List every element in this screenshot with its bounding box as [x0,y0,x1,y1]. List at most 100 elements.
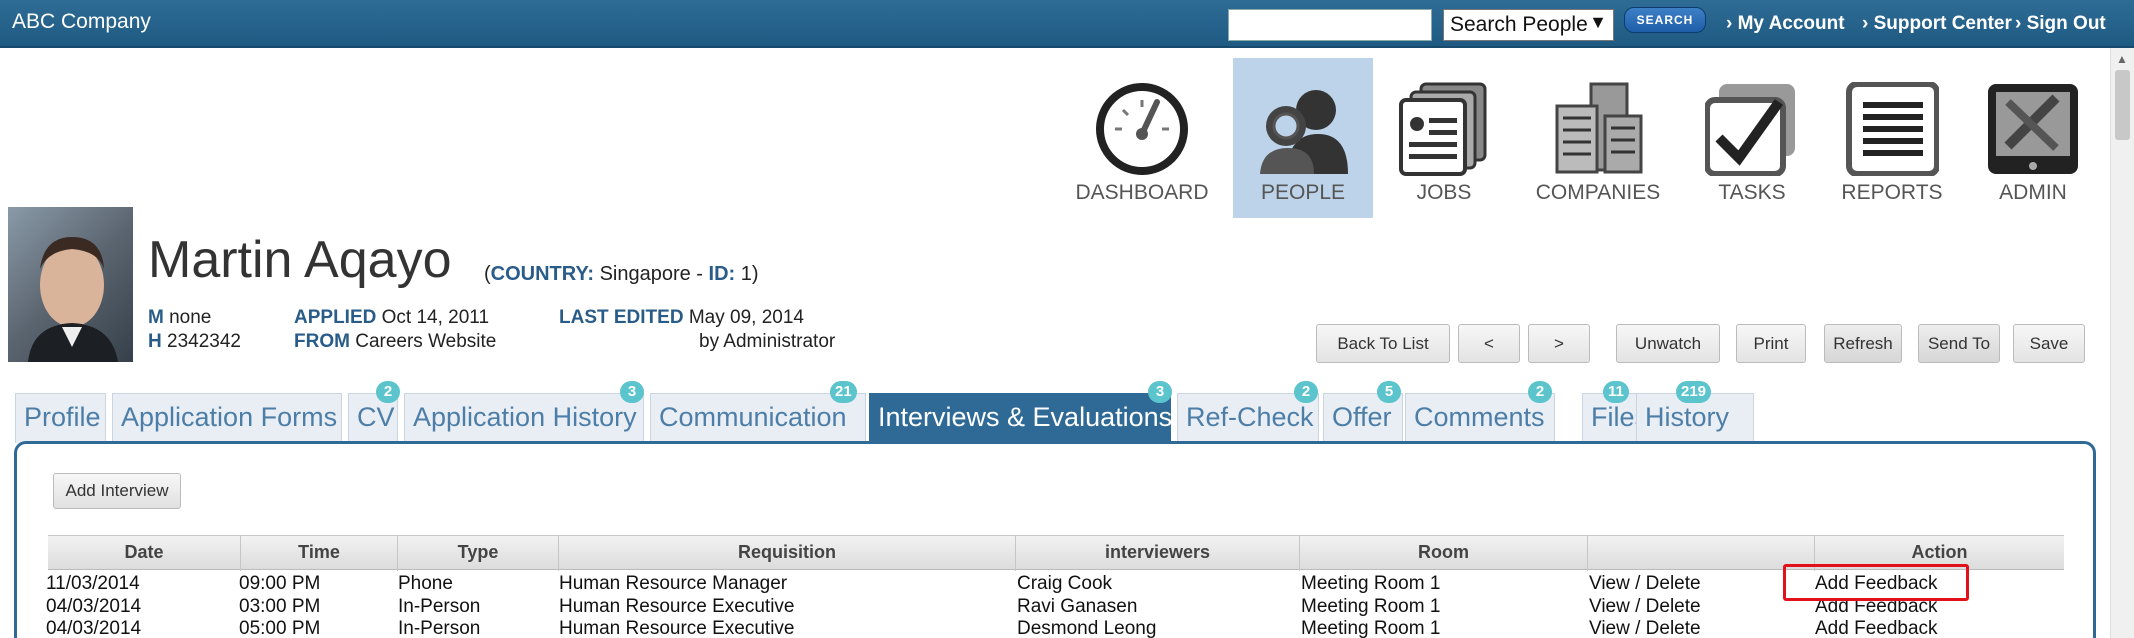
send-to-button[interactable]: Send To [1918,324,2000,363]
companies-buildings-icon [1555,82,1643,174]
col-time[interactable]: Time [241,536,398,571]
cell-requisition: Human Resource Manager [559,573,788,594]
candidate-name: Martin Aqayo [148,231,452,289]
tab-files-badge: 11 [1603,381,1629,403]
nav-label: ADMIN [1999,181,2067,204]
search-input[interactable] [1228,9,1432,41]
from-label: FROM [294,331,350,352]
applied-source: FROM Careers Website [294,331,496,353]
search-select-value: Search People [1450,13,1588,36]
table-header: Date Time Type Requisition interviewers … [48,535,2064,571]
tab-ref-check-badge: 2 [1294,381,1318,403]
nav-reports[interactable]: REPORTS [1822,58,1962,218]
cell-date: 11/03/2014 [46,573,140,594]
vertical-scrollbar[interactable]: ▲ [2110,48,2134,638]
back-to-list-button[interactable]: Back To List [1316,324,1450,363]
country-label: COUNTRY: [490,263,594,285]
next-button[interactable]: > [1528,324,1590,363]
scroll-up-icon[interactable]: ▲ [2116,52,2128,66]
search-button[interactable]: SEARCH [1624,7,1706,33]
applied-label: APPLIED [294,307,377,328]
cell-interviewer: Ravi Ganasen [1017,596,1138,617]
top-bar: ABC Company Search People ▼ SEARCH › My … [0,0,2134,48]
nav-label: JOBS [1416,181,1472,204]
edited-by: by Administrator [699,331,836,352]
add-feedback-link[interactable]: Add Feedback [1815,618,1938,638]
last-edited-value: May 09, 2014 [688,307,804,328]
search-type-select[interactable]: Search People ▼ [1443,9,1614,41]
scrollbar-thumb[interactable] [2115,70,2130,140]
support-center-link[interactable]: › Support Center [1862,13,2012,35]
add-feedback-highlight [1783,564,1969,601]
cell-type: In-Person [398,596,481,617]
nav-label: REPORTS [1841,181,1943,204]
cell-interviewer: Craig Cook [1017,573,1113,594]
view-delete-link[interactable]: View / Delete [1589,618,1701,638]
people-icon [1260,90,1348,174]
mobile-label: M [148,307,164,328]
tab-application-history[interactable]: Application History [404,393,644,443]
print-button[interactable]: Print [1736,324,1806,363]
cell-room: Meeting Room 1 [1301,573,1441,594]
tab-communication-badge: 21 [830,381,857,403]
view-delete-link[interactable]: View / Delete [1589,596,1701,618]
id-value: 1 [740,263,752,285]
view-delete-link[interactable]: View / Delete [1589,573,1701,595]
tab-application-history-badge: 3 [620,381,644,403]
tab-profile[interactable]: Profile [15,393,106,443]
nav-label: COMPANIES [1535,181,1661,204]
cell-type: Phone [398,573,453,594]
tab-comments-badge: 2 [1528,381,1552,403]
col-requisition[interactable]: Requisition [559,536,1016,571]
nav-dashboard[interactable]: DASHBOARD [1072,58,1212,218]
col-date[interactable]: Date [48,536,241,571]
cell-date: 04/03/2014 [46,618,142,638]
nav-label: PEOPLE [1260,181,1346,204]
tab-cv-badge: 2 [376,381,400,403]
sign-out-link[interactable]: › Sign Out [2015,13,2106,35]
cell-requisition: Human Resource Executive [559,618,795,638]
nav-people[interactable]: PEOPLE [1233,58,1373,218]
candidate-country-id: (COUNTRY: Singapore - ID: 1) [484,263,759,285]
tab-interviews-badge: 3 [1148,381,1172,403]
nav-label: DASHBOARD [1075,181,1209,204]
cell-date: 04/03/2014 [46,596,142,617]
mobile-value: none [169,307,212,328]
tab-offer-badge: 5 [1377,381,1401,403]
unwatch-button[interactable]: Unwatch [1616,324,1720,363]
col-type[interactable]: Type [398,536,559,571]
last-edited-label: LAST EDITED [559,307,684,328]
cell-time: 05:00 PM [239,618,321,638]
save-button[interactable]: Save [2013,324,2085,363]
previous-button[interactable]: < [1458,324,1520,363]
col-view [1588,536,1815,571]
cell-interviewer: Desmond Leong [1017,618,1157,638]
nav-companies[interactable]: COMPANIES [1528,58,1668,218]
home-value: 2342342 [167,331,241,352]
cell-room: Meeting Room 1 [1301,596,1441,617]
applied-date: APPLIED Oct 14, 2011 [294,307,489,329]
chevron-down-icon: ▼ [1589,12,1607,32]
nav-tasks[interactable]: TASKS [1682,58,1822,218]
col-interviewers[interactable]: interviewers [1016,536,1300,571]
mobile-phone: M none [148,307,211,329]
cell-room: Meeting Room 1 [1301,618,1441,638]
nav-jobs[interactable]: JOBS [1374,58,1514,218]
my-account-link[interactable]: › My Account [1726,13,1845,35]
id-label: ID: [708,263,736,285]
add-interview-button[interactable]: Add Interview [53,473,181,509]
country-value: Singapore [599,263,691,285]
candidate-photo [8,207,133,362]
refresh-button[interactable]: Refresh [1824,324,1902,363]
tab-application-forms[interactable]: Application Forms [112,393,342,443]
col-room[interactable]: Room [1300,536,1588,571]
nav-admin[interactable]: ADMIN [1963,58,2103,218]
admin-tools-icon [1988,84,2078,174]
cell-requisition: Human Resource Executive [559,596,795,617]
nav-label: TASKS [1718,181,1786,204]
cell-time: 03:00 PM [239,596,321,617]
company-name: ABC Company [12,10,151,33]
cell-type: In-Person [398,618,481,638]
tab-interviews-evaluations[interactable]: Interviews & Evaluations [869,393,1172,443]
from-value: Careers Website [355,331,497,352]
